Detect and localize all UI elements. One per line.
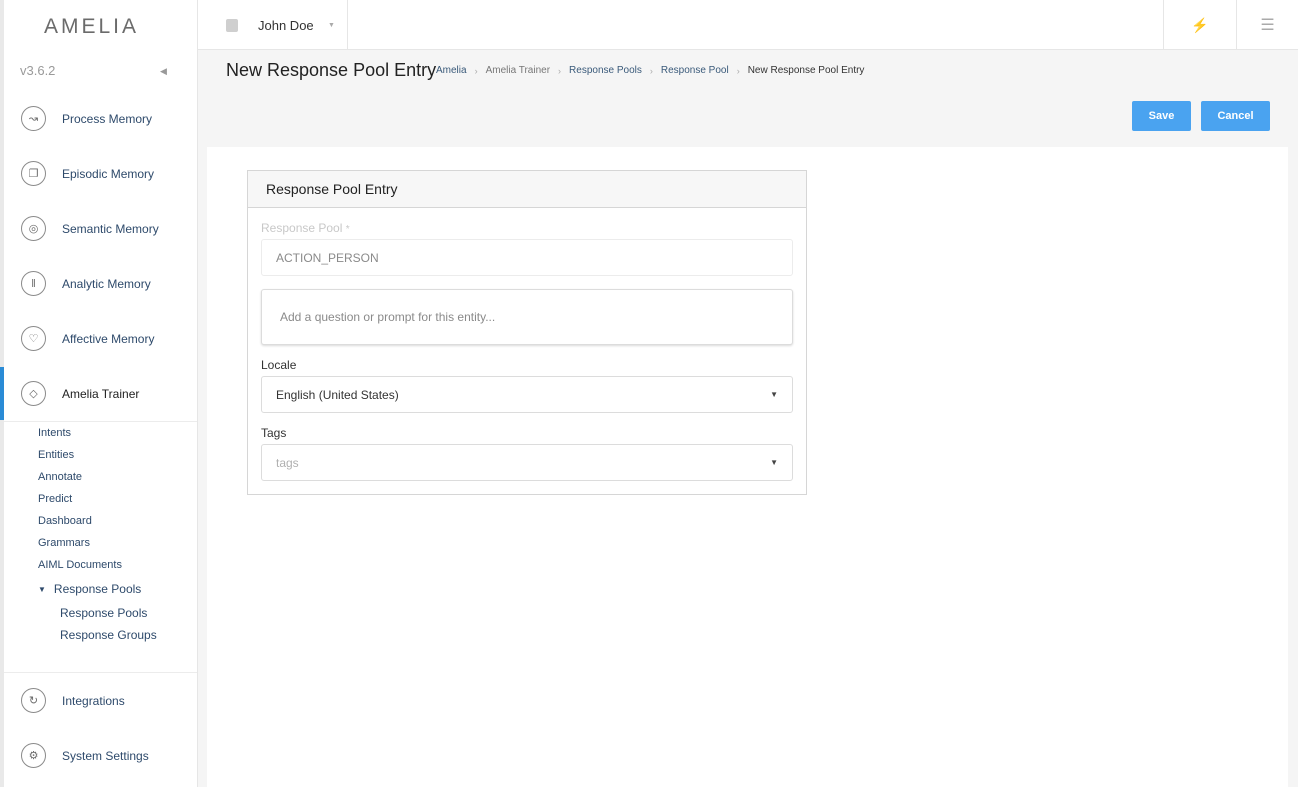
sidebar-item-process-memory[interactable]: ↝ Process Memory xyxy=(4,91,197,146)
sidebar-sub-annotate[interactable]: Annotate xyxy=(38,471,82,483)
tags-placeholder: tags xyxy=(276,455,299,470)
sidebar-item-label: Process Memory xyxy=(62,111,153,126)
sidebar-group-label: Response Pools xyxy=(53,582,142,596)
breadcrumb-separator-icon: › xyxy=(649,65,653,76)
collapse-sidebar-icon[interactable]: ◀ xyxy=(160,66,167,77)
sidebar-item-system-settings[interactable]: ⚙ System Settings xyxy=(4,728,197,783)
sidebar-sub-predict[interactable]: Predict xyxy=(38,493,72,505)
sidebar-sub-dashboard[interactable]: Dashboard xyxy=(38,515,92,527)
sidebar-item-amelia-trainer[interactable]: ◇ Amelia Trainer xyxy=(4,366,197,421)
sidebar-sub-grammars[interactable]: Grammars xyxy=(38,537,90,549)
response-pool-field: ACTION_PERSON xyxy=(261,239,793,276)
breadcrumb-separator-icon: › xyxy=(558,65,562,76)
sidebar: AMELIA v3.6.2 ◀ ↝ Process Memory ❐ Episo… xyxy=(0,0,198,787)
integrations-icon: ↻ xyxy=(21,688,46,713)
sidebar-item-label: Affective Memory xyxy=(62,331,155,346)
lightning-icon[interactable]: ⚡ xyxy=(1163,0,1236,50)
save-button[interactable]: Save xyxy=(1132,101,1191,131)
sidebar-sub-response-pools[interactable]: Response Pools xyxy=(60,606,147,620)
sidebar-item-label: Analytic Memory xyxy=(62,276,151,291)
response-pool-label-text: Response Pool xyxy=(261,221,343,235)
locale-label: Locale xyxy=(261,358,297,372)
hamburger-menu-icon[interactable]: ☰ xyxy=(1236,0,1298,50)
sidebar-divider xyxy=(4,421,197,422)
breadcrumb-amelia-trainer[interactable]: Amelia Trainer xyxy=(486,65,550,76)
locale-value: English (United States) xyxy=(276,387,399,402)
top-bar: John Doe ▼ ⚡ ☰ xyxy=(198,0,1298,50)
chevron-down-icon: ▼ xyxy=(328,21,335,29)
sidebar-item-semantic-memory[interactable]: ◎ Semantic Memory xyxy=(4,201,197,256)
episodic-memory-icon: ❐ xyxy=(21,161,46,186)
user-name: John Doe xyxy=(258,17,314,33)
app-logo[interactable]: AMELIA xyxy=(44,15,139,39)
sidebar-item-integrations[interactable]: ↻ Integrations xyxy=(4,673,197,728)
response-pool-entry-card: Response Pool Entry Response Pool * ACTI… xyxy=(247,170,807,495)
cancel-button[interactable]: Cancel xyxy=(1201,101,1270,131)
locale-select[interactable]: English (United States) ▼ xyxy=(261,376,793,413)
breadcrumb-separator-icon: › xyxy=(736,65,740,76)
chevron-down-icon: ▼ xyxy=(770,458,778,467)
sidebar-item-label: System Settings xyxy=(62,748,149,763)
sidebar-group-response-pools[interactable]: ▼ Response Pools xyxy=(38,582,141,596)
sidebar-item-analytic-memory[interactable]: ‖ Analytic Memory xyxy=(4,256,197,311)
breadcrumb-separator-icon: › xyxy=(474,65,478,76)
breadcrumb-current: New Response Pool Entry xyxy=(747,65,865,76)
sidebar-item-label: Amelia Trainer xyxy=(62,386,140,401)
sidebar-sub-entities[interactable]: Entities xyxy=(38,449,74,461)
sidebar-item-label: Episodic Memory xyxy=(62,166,155,181)
sidebar-item-label: Semantic Memory xyxy=(62,221,159,236)
semantic-memory-icon: ◎ xyxy=(21,216,46,241)
user-menu[interactable]: John Doe ▼ xyxy=(198,0,348,50)
sidebar-sub-intents[interactable]: Intents xyxy=(38,427,71,439)
settings-icon: ⚙ xyxy=(21,743,46,768)
chevron-down-icon: ▼ xyxy=(770,390,778,399)
amelia-trainer-icon: ◇ xyxy=(21,381,46,406)
card-title: Response Pool Entry xyxy=(248,171,806,208)
affective-memory-icon: ♡ xyxy=(21,326,46,351)
user-avatar-icon xyxy=(226,19,238,32)
app-version: v3.6.2 xyxy=(20,63,56,78)
sidebar-sub-response-groups[interactable]: Response Groups xyxy=(60,628,157,642)
breadcrumb-amelia[interactable]: Amelia xyxy=(436,65,467,76)
breadcrumb-response-pools[interactable]: Response Pools xyxy=(569,65,642,76)
page-title: New Response Pool Entry xyxy=(226,60,437,80)
breadcrumb-response-pool[interactable]: Response Pool xyxy=(661,65,729,76)
process-memory-icon: ↝ xyxy=(21,106,46,131)
analytic-memory-icon: ‖ xyxy=(21,271,46,296)
tags-label: Tags xyxy=(261,426,287,440)
caret-down-icon: ▼ xyxy=(38,584,46,594)
required-marker: * xyxy=(345,224,350,235)
prompt-input[interactable]: Add a question or prompt for this entity… xyxy=(261,289,793,345)
tags-select[interactable]: tags ▼ xyxy=(261,444,793,481)
sidebar-sub-aiml-documents[interactable]: AIML Documents xyxy=(38,559,122,571)
sidebar-item-episodic-memory[interactable]: ❐ Episodic Memory xyxy=(4,146,197,201)
sidebar-item-affective-memory[interactable]: ♡ Affective Memory xyxy=(4,311,197,366)
response-pool-label: Response Pool * xyxy=(261,221,350,235)
breadcrumb: Amelia › Amelia Trainer › Response Pools… xyxy=(436,65,864,76)
sidebar-item-label: Integrations xyxy=(62,693,125,708)
